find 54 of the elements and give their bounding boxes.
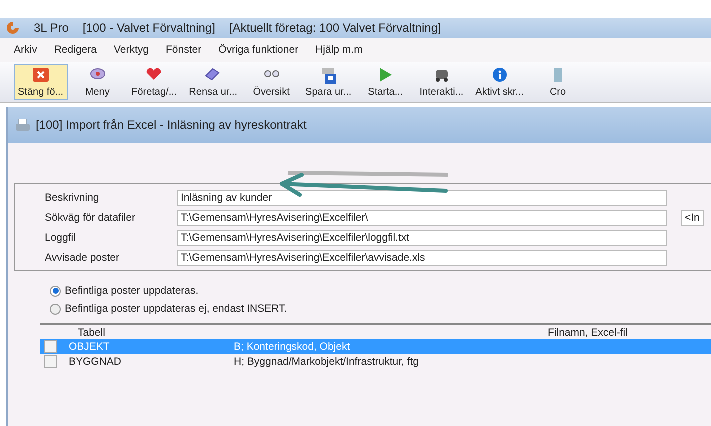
table-cell: BYGGNAD: [69, 356, 122, 368]
menu-item[interactable]: Hjälp m.m: [316, 44, 363, 56]
play-icon: [380, 68, 392, 82]
option-label: Befintliga poster uppdateras.: [65, 285, 199, 297]
menu-item[interactable]: Redigera: [54, 44, 97, 56]
input-field[interactable]: T:\Gemensam\HyresAvisering\Excelfiler\: [177, 210, 667, 226]
toolbar-button[interactable]: Meny: [72, 64, 124, 100]
option-label: Befintliga poster uppdateras ej, endast INSERT.: [65, 303, 288, 315]
toolbar-button[interactable]: Starta...: [360, 64, 412, 100]
toolbar-button[interactable]: Interakti...: [416, 64, 468, 100]
heart-icon: [146, 68, 162, 81]
checkbox[interactable]: [44, 340, 57, 353]
info-icon: [492, 68, 507, 82]
table-cell-text: B; Konteringskod, Objekt: [234, 340, 352, 352]
toolbar-button[interactable]: Cro: [532, 64, 584, 100]
toolbar-button[interactable]: Spara ur...: [302, 64, 356, 100]
printer-icon: [16, 119, 30, 131]
app-logo-icon: [6, 21, 20, 35]
window-title: [Aktuellt företag: 100 Valvet Förvaltning]: [229, 21, 442, 35]
field-label: Beskrivning: [45, 192, 100, 204]
toolbar-button[interactable]: Stäng fö...: [14, 64, 68, 100]
menu-item[interactable]: Övriga funktioner: [218, 44, 299, 56]
table-cell-text: H; Byggnad/Markobjekt/Infrastruktur, ftg: [234, 356, 420, 368]
checkbox[interactable]: [44, 355, 57, 368]
radio-button[interactable]: [50, 304, 61, 314]
input-field[interactable]: T:\Gemensam\HyresAvisering\Excelfiler\loggfil.txt: [177, 230, 667, 246]
radio-button[interactable]: [50, 286, 61, 296]
toolbar-button[interactable]: Rensa ur...: [185, 64, 242, 100]
table-row[interactable]: BYGGNAD H; Byggnad/Markobjekt/Infrastruktur, ftg: [40, 354, 711, 369]
field-label: Sökväg för datafiler: [45, 212, 136, 224]
column-header[interactable]: Tabell: [40, 327, 268, 339]
menu-item[interactable]: Fönster: [166, 44, 202, 56]
menu-item[interactable]: Arkiv: [14, 44, 38, 56]
toolbar-button[interactable]: Aktivt skr...: [472, 64, 528, 100]
toolbar-button[interactable]: Företag/...: [128, 64, 182, 100]
window-title: 3L Pro: [34, 21, 69, 35]
glasses-icon: [264, 68, 280, 78]
menu-item[interactable]: Verktyg: [114, 44, 149, 56]
input-field[interactable]: T:\Gemensam\HyresAvisering\Excelfiler\avvisade.xls: [177, 250, 667, 266]
side-button[interactable]: <In: [681, 210, 704, 226]
floppy-icon: [322, 68, 336, 84]
document-icon: [554, 68, 562, 82]
field-label: Avvisade poster: [45, 252, 121, 264]
close-icon: [32, 68, 49, 82]
column-header[interactable]: Filnamn, Excel-fil: [548, 327, 628, 339]
car-icon: [434, 68, 450, 82]
table-cell: OBJEKT: [69, 340, 110, 352]
eraser-icon: [205, 68, 222, 80]
input-field[interactable]: Inläsning av kunder: [177, 190, 667, 206]
field-label: Loggfil: [45, 232, 77, 244]
window-title: [100 - Valvet Förvaltning]: [82, 21, 216, 35]
disc-icon: [90, 68, 106, 80]
toolbar-button[interactable]: Översikt: [246, 64, 298, 100]
dialog-title: [100] Import från Excel - Inläsning av hyreskontrakt: [36, 118, 307, 132]
